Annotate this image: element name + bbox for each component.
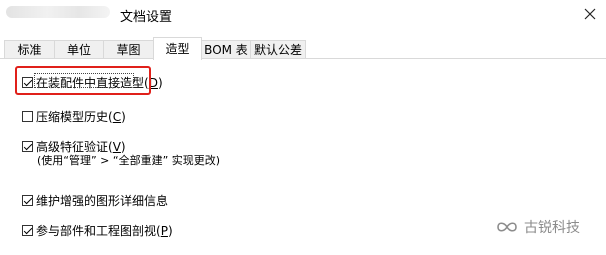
option-label: 参与部件和工程图剖视(P) — [36, 224, 173, 238]
tab-label: 造型 — [165, 42, 190, 56]
tab-strip: 标准 单位 草图 造型 BOM 表 默认公差 — [0, 37, 606, 60]
option-enhanced-graphics[interactable]: 维护增强的图形详细信息 — [22, 192, 168, 209]
tab-bom[interactable]: BOM 表 — [201, 40, 251, 58]
option-participate-sections[interactable]: 参与部件和工程图剖视(P) — [22, 222, 173, 239]
checkbox-advanced-validation[interactable] — [22, 141, 33, 152]
option-text: 参与部件和工程图剖视 — [36, 224, 157, 238]
tab-units[interactable]: 单位 — [54, 40, 104, 58]
checkbox-suppress-history[interactable] — [22, 111, 33, 122]
title-bar: 文档设置 — [0, 0, 606, 30]
tab-default-tolerance[interactable]: 默认公差 — [250, 40, 306, 58]
checkbox-participate-sections[interactable] — [22, 225, 33, 236]
tab-divider — [0, 58, 606, 59]
tab-modeling[interactable]: 造型 — [153, 37, 202, 60]
option-text: 维护增强的图形详细信息 — [36, 194, 169, 208]
access-key: C — [112, 110, 122, 124]
window-title: 文档设置 — [120, 10, 173, 25]
access-key: P — [160, 224, 168, 238]
tab-label: 单位 — [66, 43, 91, 57]
option-text: 压缩模型历史 — [36, 110, 109, 124]
checkbox-enhanced-graphics[interactable] — [22, 195, 33, 206]
option-label: 压缩模型历史(C) — [36, 110, 126, 124]
close-icon — [584, 8, 596, 20]
watermark-text: 古锐科技 — [524, 220, 580, 236]
option-note: (使用“管理” > “全部重建” 实现更改) — [37, 154, 221, 167]
wechat-channel-icon — [497, 222, 517, 232]
close-button[interactable] — [580, 4, 600, 24]
blurred-title-region — [6, 6, 110, 18]
option-suppress-history[interactable]: 压缩模型历史(C) — [22, 108, 126, 125]
tab-label: BOM 表 — [204, 43, 248, 57]
tab-sketch[interactable]: 草图 — [103, 40, 154, 58]
tab-label: 标准 — [17, 43, 42, 57]
watermark: 古锐科技 — [496, 217, 580, 237]
tab-standard[interactable]: 标准 — [4, 40, 55, 58]
tab-label: 草图 — [116, 43, 141, 57]
red-highlight-box — [15, 66, 151, 95]
tab-label: 默认公差 — [253, 43, 302, 57]
